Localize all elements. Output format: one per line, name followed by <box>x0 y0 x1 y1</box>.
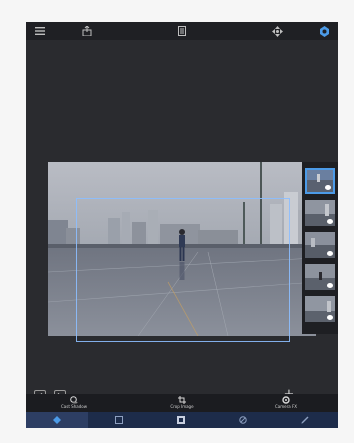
visibility-icon[interactable] <box>325 185 331 190</box>
tab-bar <box>26 412 338 428</box>
camera-fx-button[interactable]: Camera FX <box>256 395 316 409</box>
layers-icon <box>53 416 61 424</box>
adjust-icon <box>115 416 123 424</box>
visibility-icon[interactable] <box>327 219 333 224</box>
crop-selection[interactable] <box>76 198 290 342</box>
crop-image-label: Crop Image <box>170 404 194 409</box>
camera-fx-label: Camera FX <box>274 404 297 409</box>
pencil-icon <box>301 416 309 424</box>
tab-draw[interactable] <box>274 412 336 428</box>
effects-icon <box>177 416 185 424</box>
crop-image-button[interactable]: Crop Image <box>152 395 212 409</box>
action-bar: Cast Shadow Crop Image Camera FX <box>26 394 338 412</box>
layer-thumbnail[interactable] <box>305 264 335 290</box>
canvas-area[interactable]: + Add Layer <box>26 40 338 409</box>
tab-brush[interactable] <box>212 412 274 428</box>
layer-thumbnail[interactable] <box>305 168 335 194</box>
settings-icon[interactable] <box>318 25 330 37</box>
tab-effects[interactable] <box>150 412 212 428</box>
shadow-icon <box>44 395 104 404</box>
crop-icon <box>152 395 212 404</box>
share-icon[interactable] <box>81 25 93 37</box>
move-icon[interactable] <box>271 25 283 37</box>
visibility-icon[interactable] <box>327 283 333 288</box>
app-window: + Add Layer Cast Shadow Crop Image Camer… <box>26 22 338 428</box>
visibility-icon[interactable] <box>327 251 333 256</box>
layer-thumbnail[interactable] <box>305 296 335 322</box>
brush-icon <box>239 416 247 424</box>
cast-shadow-button[interactable]: Cast Shadow <box>44 395 104 409</box>
layer-thumbnail[interactable] <box>305 200 335 226</box>
layers-panel <box>302 162 338 334</box>
top-toolbar <box>26 22 338 40</box>
document-icon[interactable] <box>176 25 188 37</box>
layer-thumbnail[interactable] <box>305 232 335 258</box>
visibility-icon[interactable] <box>327 315 333 320</box>
menu-icon[interactable] <box>34 25 46 37</box>
cast-shadow-label: Cast Shadow <box>61 404 87 409</box>
camera-fx-icon <box>256 395 316 404</box>
tab-adjust[interactable] <box>88 412 150 428</box>
tab-layers[interactable] <box>26 412 88 428</box>
